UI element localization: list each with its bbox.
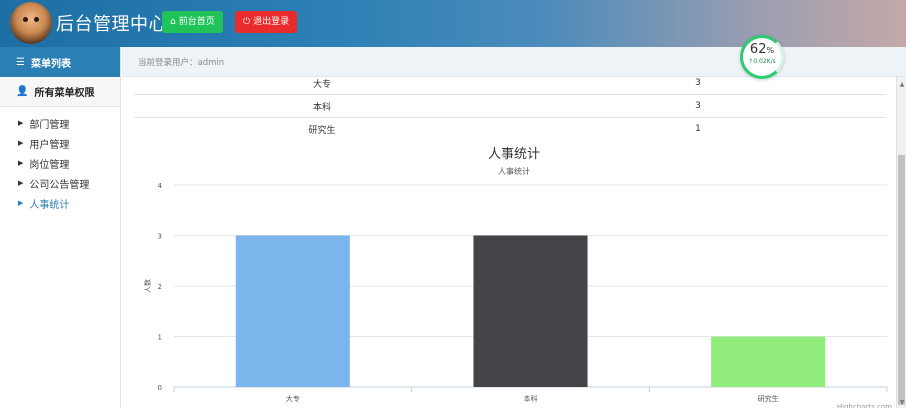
scrollbar-thumb[interactable] [898, 155, 905, 405]
scroll-down-icon[interactable]: ▼ [898, 399, 906, 406]
chart-title: 人事统计 [488, 147, 540, 162]
sidebar-item-hr-stats[interactable]: ▶ 人事统计 [0, 193, 120, 213]
logout-button[interactable]: ⏻ 退出登录 [235, 11, 298, 33]
x-tick-label: 研究生 [758, 394, 779, 403]
caret-right-icon: ▶ [18, 139, 24, 147]
sidebar-item-label: 岗位管理 [29, 159, 70, 171]
network-speed-widget[interactable]: 62% ↑0.02K/s [740, 35, 784, 79]
sidebar-item-users[interactable]: ▶ 用户管理 [0, 133, 120, 153]
table-cell-count: 3 [510, 94, 886, 118]
sidebar-menu: ▶ 部门管理 ▶ 用户管理 ▶ 岗位管理 ▶ 公司公告管理 ▶ 人事统计 [0, 107, 120, 213]
y-tick-label: 1 [158, 334, 162, 342]
logo-avatar [10, 2, 52, 44]
table-cell-count: 1 [510, 117, 886, 141]
app-title: 后台管理中心 [56, 14, 167, 35]
sidebar-item-announcements[interactable]: ▶ 公司公告管理 [0, 173, 120, 193]
list-icon: ☰ [16, 56, 25, 68]
sidebar-heading-label: 菜单列表 [30, 58, 71, 70]
login-info-bar: 当前登录用户：admin [122, 47, 906, 77]
x-tick-label: 本科 [524, 394, 538, 403]
table-row: 研究生 1 [134, 117, 886, 141]
y-tick-label: 4 [158, 182, 163, 190]
scroll-up-icon[interactable]: ▲ [898, 81, 906, 88]
sidebar-group-label: 所有菜单权限 [34, 88, 95, 99]
y-axis-label: 人数 [143, 279, 152, 293]
caret-right-icon: ▶ [18, 119, 24, 127]
logout-button-label: 退出登录 [253, 17, 290, 27]
login-user-text: 当前登录用户：admin [138, 57, 225, 68]
user-icon: 👤 [16, 86, 29, 97]
bar-1 [473, 235, 588, 387]
table-row: 大专 3 [134, 77, 886, 95]
bar-0 [235, 235, 350, 387]
sidebar-item-positions[interactable]: ▶ 岗位管理 [0, 153, 120, 173]
caret-right-icon: ▶ [18, 199, 24, 207]
x-tick-label: 大专 [286, 394, 300, 403]
power-icon: ⏻ [243, 17, 251, 27]
home-button-label: 前台首页 [178, 17, 215, 27]
speed-percent: 62 [749, 42, 767, 57]
sidebar-item-label: 用户管理 [29, 139, 70, 151]
table-row: 本科 3 [134, 94, 886, 118]
hr-stats-chart: 人事统计人事统计01234人数大专 本科 研究生Highcharts.com [143, 147, 892, 408]
caret-right-icon: ▶ [18, 179, 24, 187]
chart-subtitle: 人事统计 [498, 166, 530, 176]
vertical-scrollbar[interactable]: ▲ ▼ [896, 77, 906, 408]
y-tick-label: 0 [158, 384, 162, 392]
sidebar-group[interactable]: 👤 所有菜单权限 [0, 77, 120, 107]
sidebar: ☰ 菜单列表 👤 所有菜单权限 ▶ 部门管理 ▶ 用户管理 ▶ 岗位管理 ▶ 公… [0, 47, 121, 408]
chart-credit: Highcharts.com [837, 403, 892, 408]
main-content: 大专 3 本科 3 研究生 1 人事统计 人事统计 0 1 2 3 4 人数 大专 本科 研究生 Hi… [122, 77, 896, 408]
table-cell-count: 3 [510, 77, 886, 95]
bar-2 [711, 336, 826, 387]
speed-unit: % [766, 46, 775, 55]
y-tick-label: 3 [158, 233, 162, 241]
caret-right-icon: ▶ [18, 159, 24, 167]
sidebar-item-department[interactable]: ▶ 部门管理 [0, 113, 120, 133]
y-tick-label: 2 [158, 283, 162, 291]
sidebar-item-label: 部门管理 [29, 119, 70, 131]
home-icon: ⌂ [170, 17, 176, 27]
sidebar-item-label: 公司公告管理 [29, 179, 90, 191]
table-cell-name: 研究生 [134, 117, 510, 141]
sidebar-heading: ☰ 菜单列表 [0, 47, 120, 77]
stats-table: 大专 3 本科 3 研究生 1 [134, 77, 886, 141]
table-cell-name: 大专 [134, 77, 510, 95]
sidebar-item-label: 人事统计 [29, 199, 70, 211]
home-button[interactable]: ⌂ 前台首页 [162, 11, 223, 33]
table-cell-name: 本科 [134, 94, 510, 118]
speed-rate: ↑0.02K/s [748, 58, 776, 65]
